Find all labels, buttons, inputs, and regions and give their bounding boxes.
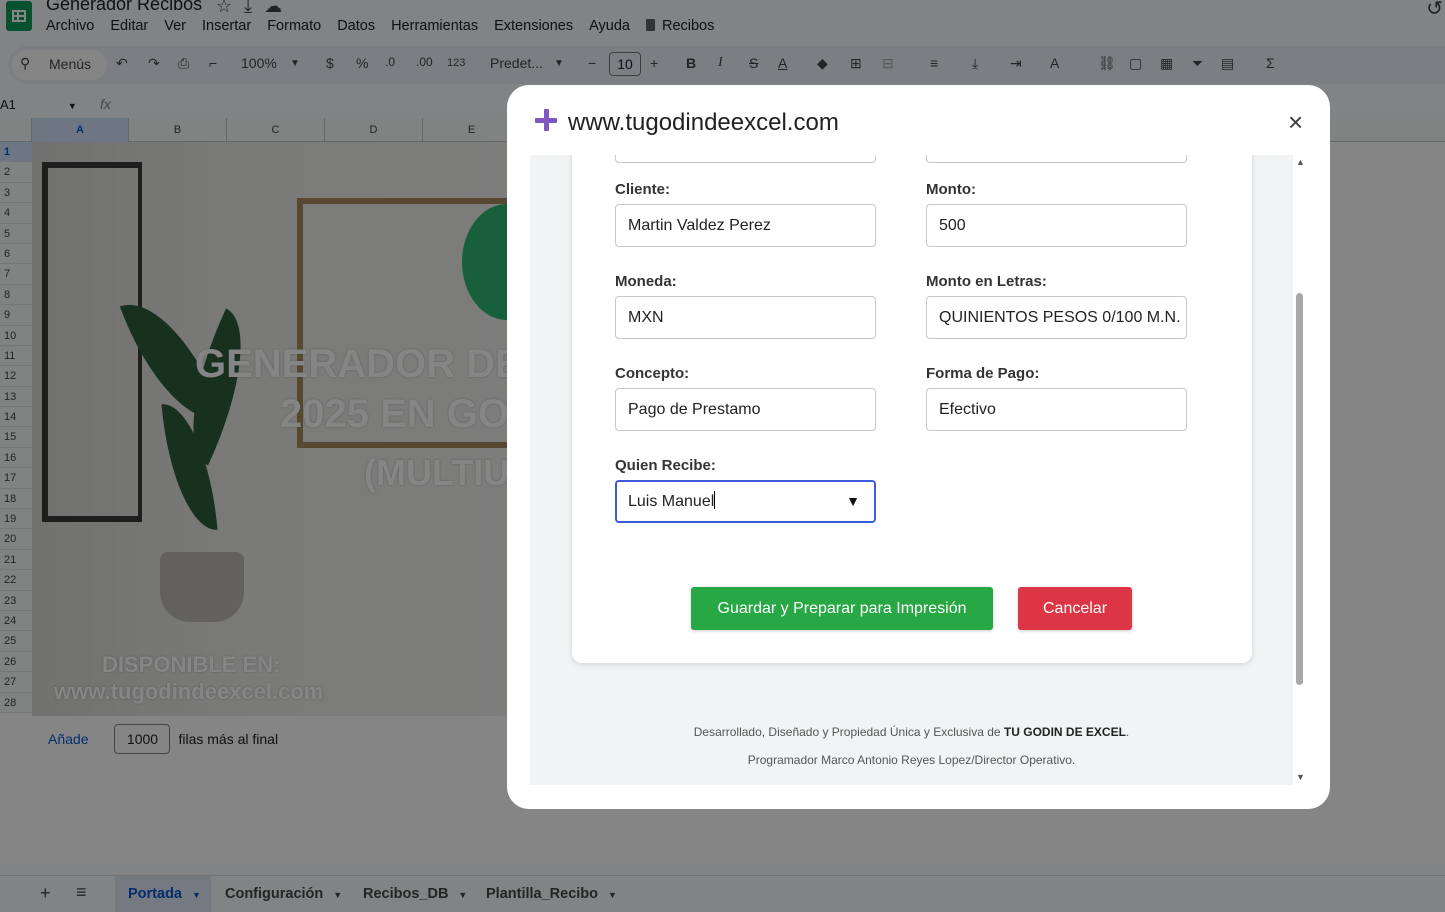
cliente-label: Cliente: [615, 181, 671, 198]
text-cursor [714, 491, 716, 509]
dialog-scroll-area[interactable]: Cliente: Martin Valdez Perez Monto: 500 … [530, 155, 1293, 785]
scroll-up-icon[interactable]: ▲ [1296, 157, 1305, 167]
cliente-input[interactable]: Martin Valdez Perez [615, 204, 876, 247]
monto-letras-input[interactable]: QUINIENTOS PESOS 0/100 M.N. [926, 296, 1187, 339]
forma-pago-label: Forma de Pago: [926, 365, 1040, 382]
concepto-input[interactable]: Pago de Prestamo [615, 388, 876, 431]
save-and-print-button[interactable]: Guardar y Preparar para Impresión [691, 587, 993, 630]
footer-programmer: Programador Marco Antonio Reyes Lopez/Di… [747, 753, 1076, 767]
concepto-label: Concepto: [615, 365, 690, 382]
receipt-dialog: www.tugodindeexcel.com × Cliente: Martin… [507, 85, 1330, 809]
scroll-thumb[interactable] [1296, 293, 1303, 685]
previous-field-right[interactable] [926, 155, 1187, 163]
moneda-input[interactable]: MXN [615, 296, 876, 339]
dialog-footer: Desarrollado, Diseñado y Propiedad Única… [530, 725, 1293, 767]
dropdown-arrow-icon[interactable]: ▼ [846, 482, 860, 521]
moneda-label: Moneda: [615, 273, 677, 290]
scroll-down-icon[interactable]: ▼ [1296, 772, 1305, 782]
close-icon[interactable]: × [1288, 109, 1303, 135]
monto-label: Monto: [926, 181, 976, 198]
previous-field-left[interactable] [615, 155, 876, 163]
monto-letras-label: Monto en Letras: [926, 273, 1047, 290]
cancel-button[interactable]: Cancelar [1018, 587, 1132, 630]
monto-input[interactable]: 500 [926, 204, 1187, 247]
quien-recibe-value: Luis Manuel [628, 493, 715, 510]
dialog-title: www.tugodindeexcel.com [568, 109, 839, 136]
quien-recibe-label: Quien Recibe: [615, 457, 716, 474]
plus-logo-icon [535, 109, 557, 131]
quien-recibe-select[interactable]: Luis Manuel ▼ [615, 480, 876, 523]
forma-pago-input[interactable]: Efectivo [926, 388, 1187, 431]
footer-credits: Desarrollado, Diseñado y Propiedad Única… [693, 725, 1130, 739]
receipt-form: Cliente: Martin Valdez Perez Monto: 500 … [572, 155, 1252, 663]
dialog-scrollbar[interactable]: ▲ ▼ [1293, 155, 1307, 785]
